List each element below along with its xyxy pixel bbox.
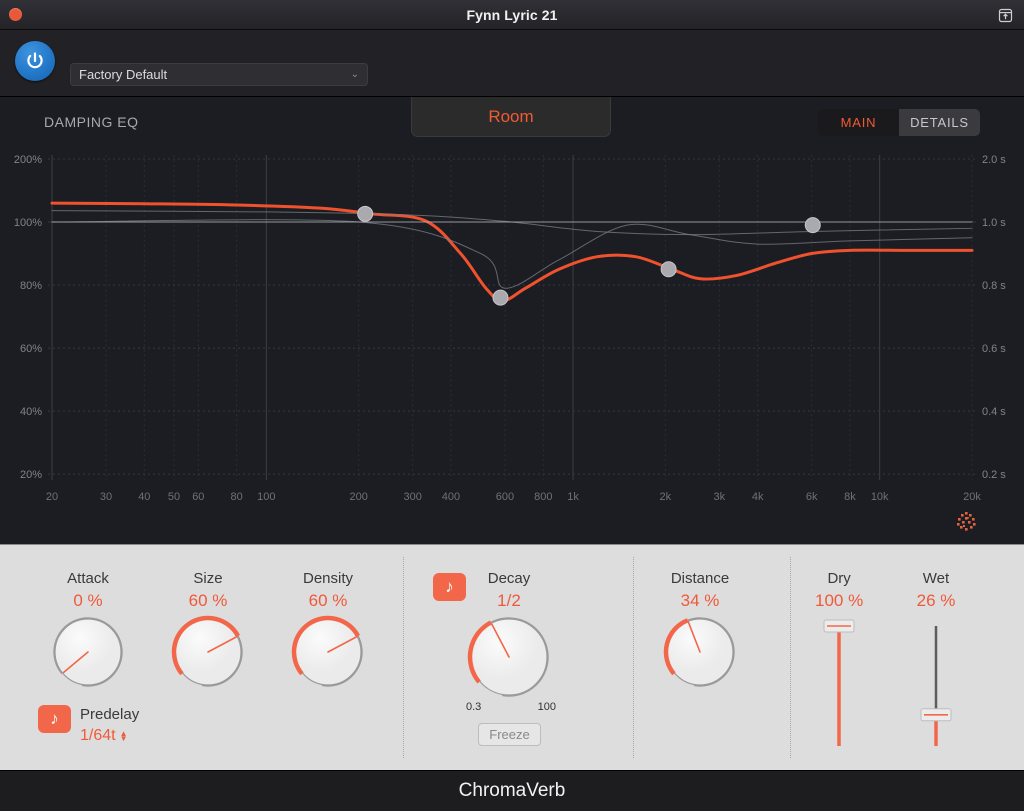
svg-text:100%: 100%: [14, 217, 42, 229]
attack-knob[interactable]: [48, 612, 128, 697]
svg-text:10k: 10k: [871, 491, 889, 503]
svg-text:1k: 1k: [567, 491, 579, 503]
svg-text:80%: 80%: [20, 280, 42, 292]
distance-label: Distance: [670, 570, 730, 587]
svg-text:20k: 20k: [963, 491, 981, 503]
panel-divider: [790, 557, 791, 758]
predelay-label: Predelay: [80, 706, 140, 723]
svg-text:300: 300: [404, 491, 422, 503]
svg-text:200: 200: [349, 491, 367, 503]
svg-text:80: 80: [231, 491, 243, 503]
window-export-icon[interactable]: [994, 4, 1016, 26]
svg-text:0.6 s: 0.6 s: [982, 343, 1006, 355]
svg-text:400: 400: [442, 491, 460, 503]
svg-text:20%: 20%: [20, 469, 42, 481]
attack-control[interactable]: Attack 0 %: [48, 569, 128, 697]
eq-graph[interactable]: 200% 2.0 s 100% 1.0 s 80% 0.8 s 60% 0.6 s 40% 0.4…: [0, 145, 1024, 544]
window-title: Fynn Lyric 21: [466, 6, 558, 23]
decay-value: 1/2: [497, 591, 521, 610]
attack-label: Attack: [67, 570, 109, 587]
svg-text:0.4 s: 0.4 s: [982, 406, 1006, 418]
size-knob[interactable]: [168, 612, 248, 697]
svg-text:0.2 s: 0.2 s: [982, 469, 1006, 481]
svg-text:30: 30: [100, 491, 112, 503]
svg-text:40%: 40%: [20, 406, 42, 418]
size-control[interactable]: Size 60 %: [168, 569, 248, 697]
density-control[interactable]: Density 60 %: [288, 569, 368, 697]
density-knob[interactable]: [288, 612, 368, 697]
toolbar: Factory Default ⌄ ‹ › Compare Copy Paste…: [0, 30, 1024, 121]
title-bar: Fynn Lyric 21: [0, 0, 1024, 30]
svg-text:40: 40: [138, 491, 150, 503]
chevron-down-icon: ⌄: [350, 69, 359, 80]
svg-text:6k: 6k: [806, 491, 818, 503]
svg-text:800: 800: [534, 491, 552, 503]
decay-knob[interactable]: [464, 612, 554, 707]
distance-value: 34 %: [680, 591, 720, 610]
eq-curve-canvas[interactable]: 200% 2.0 s 100% 1.0 s 80% 0.8 s 60% 0.6 s 40% 0.4…: [0, 145, 1024, 544]
decay-max-label: 100: [537, 701, 556, 713]
svg-text:60%: 60%: [20, 343, 42, 355]
svg-text:0.8 s: 0.8 s: [982, 280, 1006, 292]
plugin-window: Fynn Lyric 21 Factory Default ⌄ ‹ › Co: [0, 0, 1024, 811]
dry-control[interactable]: Dry 100 %: [815, 569, 863, 753]
tab-details[interactable]: DETAILS: [899, 109, 980, 136]
svg-text:600: 600: [496, 491, 514, 503]
density-value: 60 %: [308, 591, 348, 610]
control-panel: Attack 0 % Size 60 % Density 60 % ♪ Pred…: [0, 544, 1024, 770]
svg-text:60: 60: [192, 491, 204, 503]
display-header: DAMPING EQ Room MAIN DETAILS: [0, 97, 1024, 145]
svg-text:100: 100: [257, 491, 275, 503]
tab-main[interactable]: MAIN: [818, 109, 899, 136]
decay-sync-icon[interactable]: ♪: [433, 573, 466, 601]
panel-divider: [633, 557, 634, 758]
wet-label: Wet: [922, 570, 950, 587]
predelay-value-row[interactable]: 1/64t ▲ ▼: [80, 725, 139, 747]
svg-text:3k: 3k: [714, 491, 726, 503]
preset-name: Factory Default: [79, 67, 168, 82]
distance-knob[interactable]: [660, 612, 740, 697]
svg-text:1.0 s: 1.0 s: [982, 217, 1006, 229]
plugin-footer: ChromaVerb: [0, 770, 1024, 811]
power-icon[interactable]: [15, 41, 55, 81]
predelay-control[interactable]: ♪ Predelay 1/64t ▲ ▼: [38, 705, 139, 747]
dry-value: 100 %: [815, 591, 864, 610]
freeze-button[interactable]: Freeze: [478, 723, 541, 746]
svg-text:8k: 8k: [844, 491, 856, 503]
dry-fader[interactable]: [819, 618, 859, 753]
stepper-arrows-icon[interactable]: ▲ ▼: [120, 730, 128, 743]
decay-label: Decay: [487, 570, 531, 587]
distance-control[interactable]: Distance 34 %: [660, 569, 740, 697]
svg-text:50: 50: [168, 491, 180, 503]
plugin-name: ChromaVerb: [458, 780, 566, 801]
dry-label: Dry: [827, 570, 851, 587]
predelay-value: 1/64t: [80, 727, 116, 744]
size-value: 60 %: [188, 591, 228, 610]
attack-value: 0 %: [73, 591, 103, 610]
wet-control[interactable]: Wet 26 %: [916, 569, 956, 753]
music-note-icon[interactable]: ♪: [38, 705, 71, 733]
decay-control[interactable]: Decay 1/2: [464, 569, 554, 707]
density-label: Density: [302, 570, 354, 587]
decay-min-label: 0.3: [466, 701, 482, 713]
svg-text:2.0 s: 2.0 s: [982, 154, 1006, 166]
svg-text:2k: 2k: [660, 491, 672, 503]
svg-text:20: 20: [46, 491, 58, 503]
damping-eq-title: DAMPING EQ: [44, 114, 139, 130]
particles-icon[interactable]: [952, 508, 980, 536]
predelay-text: Predelay 1/64t ▲ ▼: [80, 705, 139, 747]
wet-fader[interactable]: [916, 618, 956, 753]
decay-range-labels: 0.3 100: [466, 701, 556, 713]
eq-display: DAMPING EQ Room MAIN DETAILS 200% 2.0 s 10…: [0, 97, 1024, 544]
svg-text:4k: 4k: [752, 491, 764, 503]
wet-value: 26 %: [916, 591, 956, 610]
panel-divider: [403, 557, 404, 758]
mode-tab-group: MAIN DETAILS: [818, 109, 980, 136]
preset-dropdown[interactable]: Factory Default ⌄: [70, 63, 368, 86]
svg-text:200%: 200%: [14, 154, 42, 166]
room-tab[interactable]: Room: [411, 97, 611, 137]
size-label: Size: [193, 570, 223, 587]
